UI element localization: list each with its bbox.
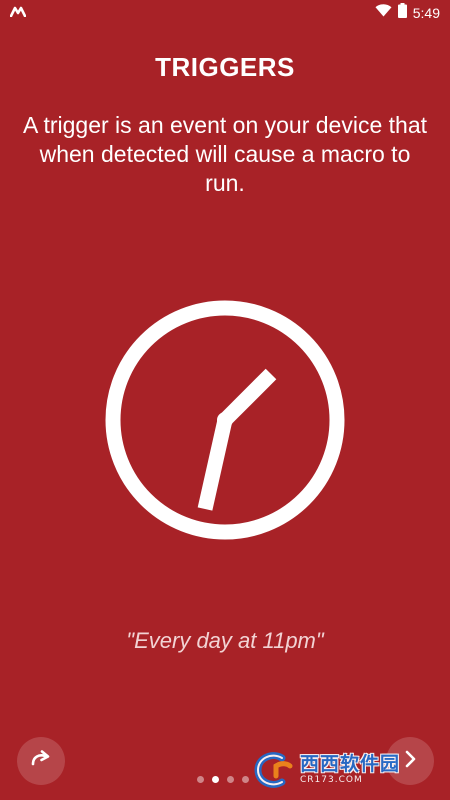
wifi-icon [375,3,392,22]
page-indicator [197,776,249,783]
skip-button[interactable] [17,737,65,785]
watermark-site: CR173.COM [300,775,363,785]
status-time: 5:49 [412,4,440,21]
page-description: A trigger is an event on your device tha… [22,112,428,196]
macrodroid-m-icon [9,4,27,22]
status-right: 5:49 [375,2,440,23]
example-text: "Every day at 11pm" [126,628,324,653]
onboarding-screen: 5:49 TRIGGERS A trigger is an event on y… [0,0,450,800]
site-watermark: 西西软件园 CR173.COM [252,748,432,792]
status-left [9,4,27,22]
clock-icon [103,298,347,542]
status-bar: 5:49 [0,0,450,25]
page-dot-2 [212,776,219,783]
page-dot-3 [227,776,234,783]
page-dot-1 [197,776,204,783]
watermark-logo-icon [252,750,296,790]
battery-icon [397,2,407,23]
watermark-brand: 西西软件园 [300,753,401,775]
page-title: TRIGGERS [155,52,295,82]
redo-arrow-icon [30,749,52,773]
page-dot-4 [242,776,249,783]
watermark-text: 西西软件园 CR173.COM [300,755,400,785]
